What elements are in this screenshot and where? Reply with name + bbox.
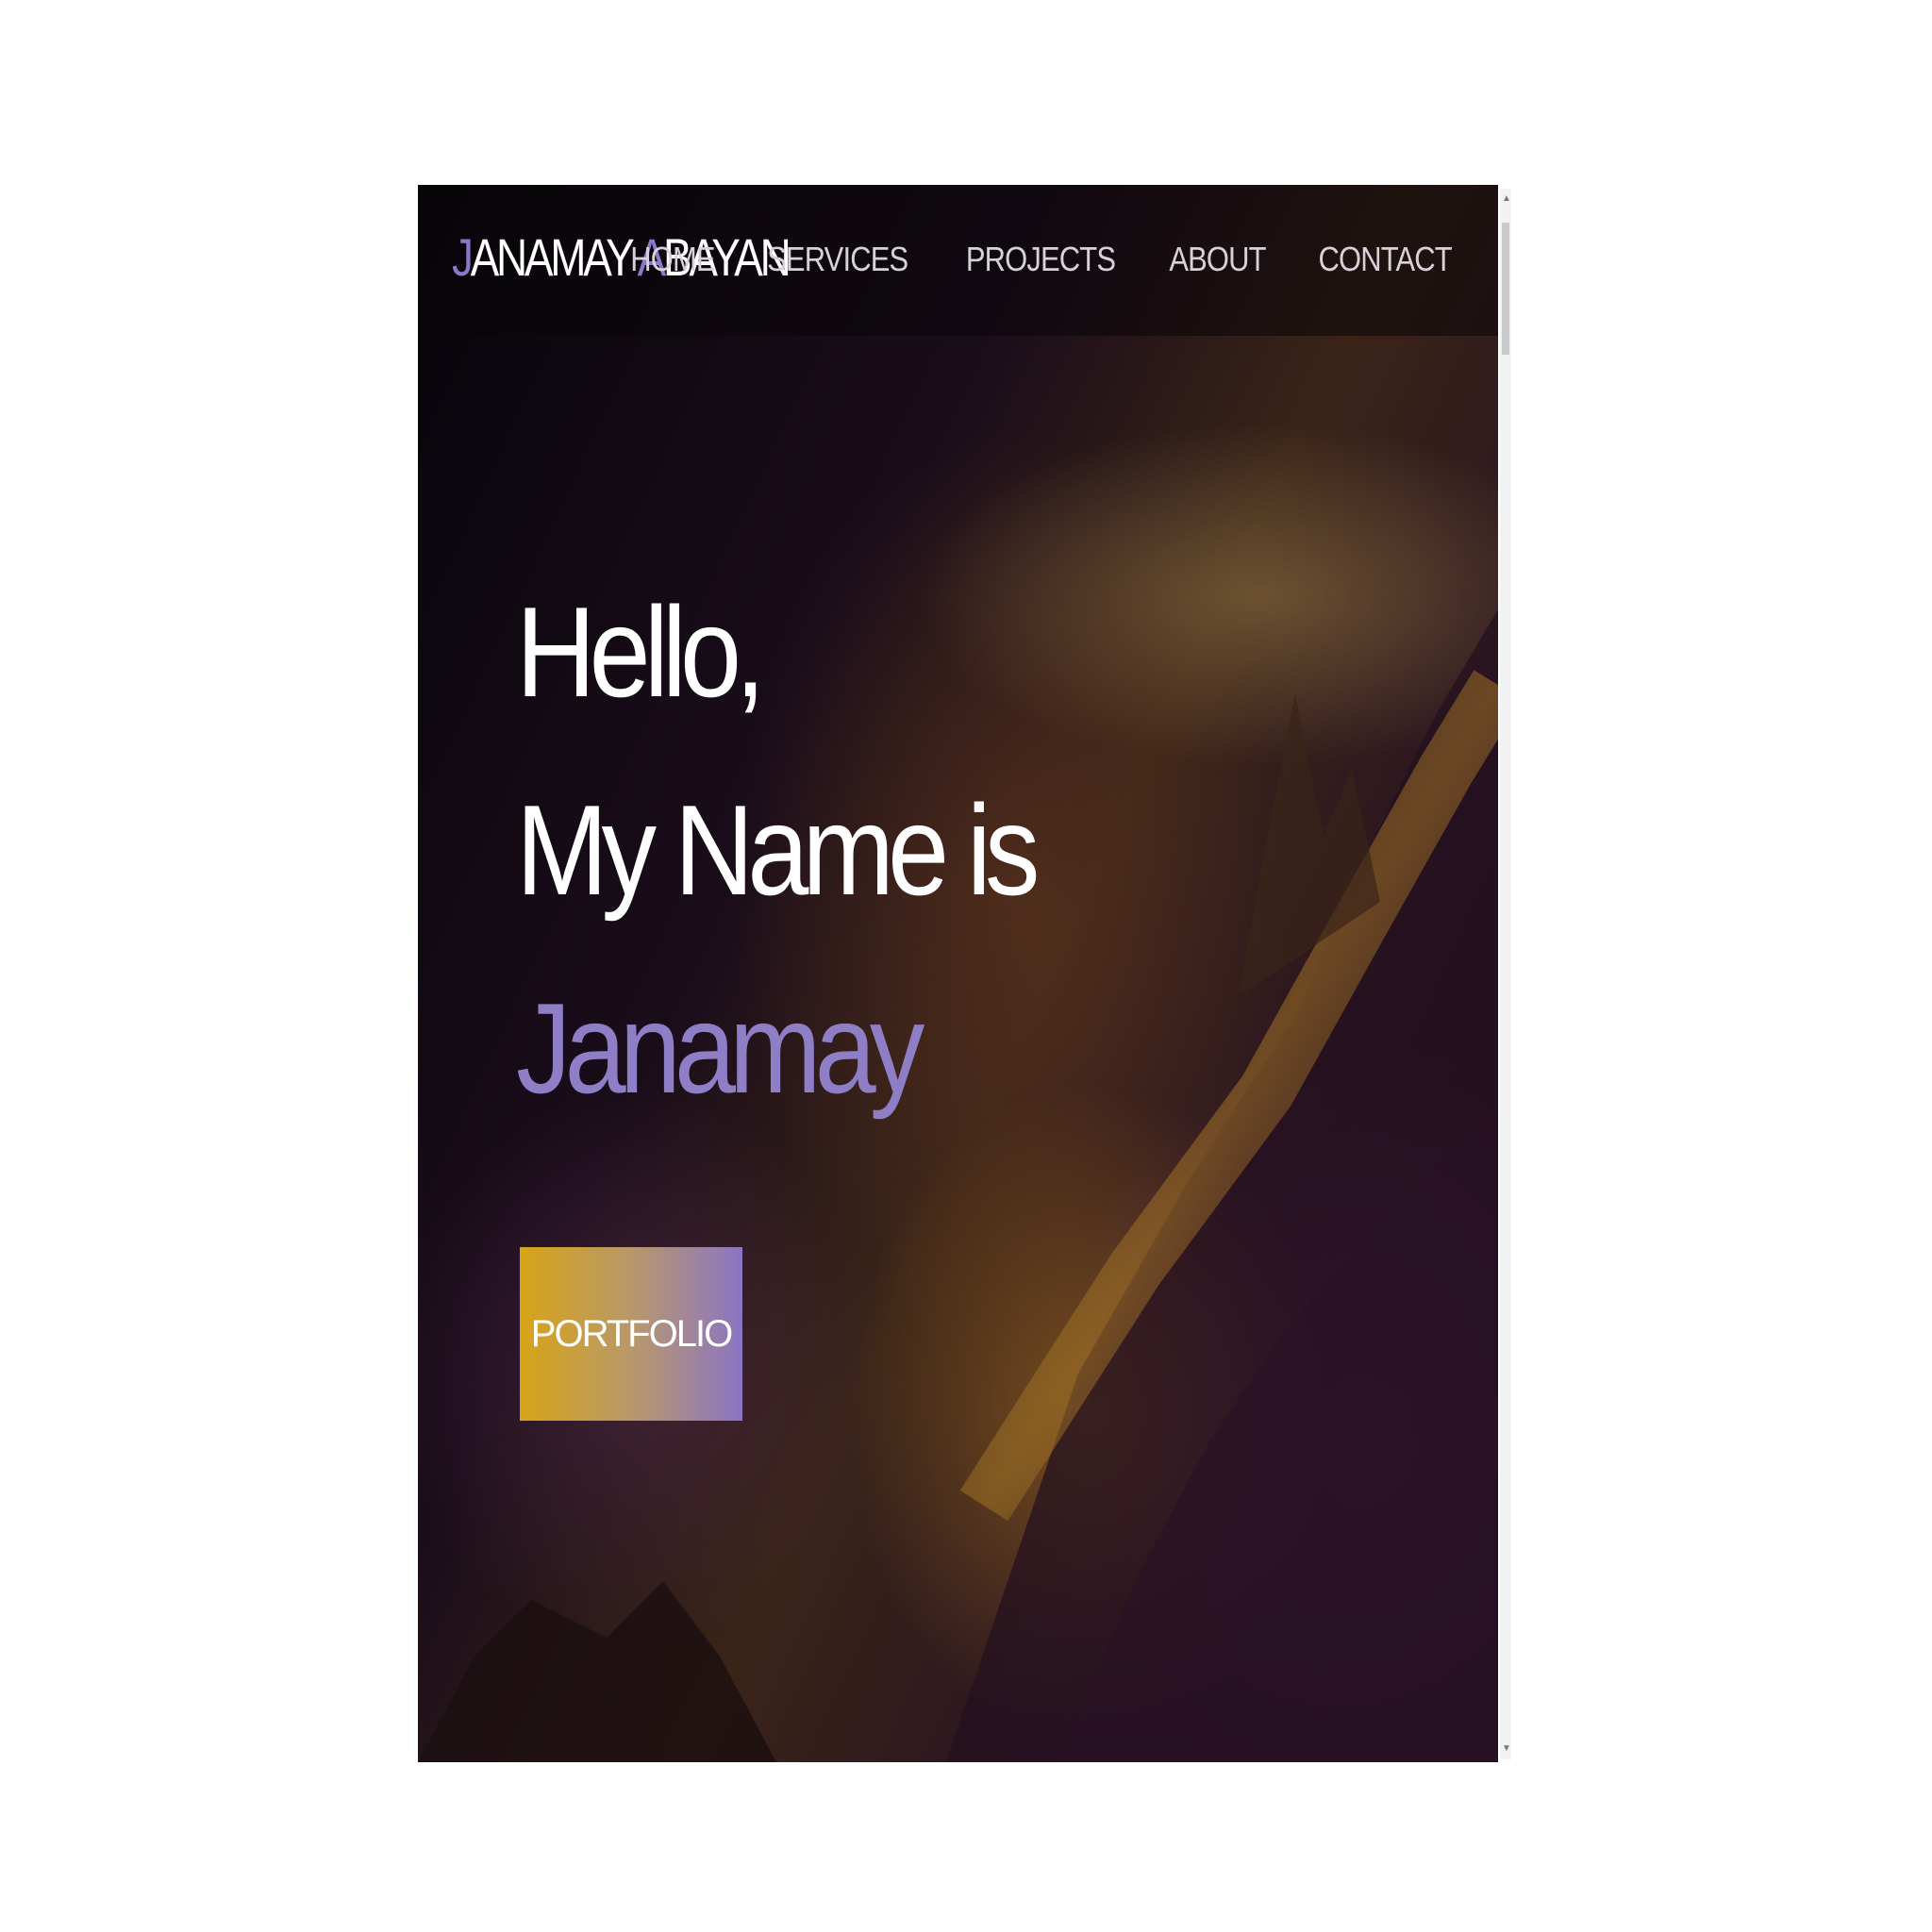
scrollbar-thumb[interactable] [1502,223,1509,355]
brand-initial-first: J [452,227,474,287]
hero-greeting: Hello, [516,580,766,724]
nav-link-about[interactable]: ABOUT [1169,240,1266,279]
hero-headline: Hello, My Name is Janamay [516,553,1118,1147]
hero-name: Janamay [516,976,924,1120]
main-nav: HOME SERVICES PROJECTS ABOUT CONTACT [624,240,1462,279]
browser-viewport: JANAMAY ABAYAN HOME SERVICES PROJECTS AB… [418,185,1498,1762]
nav-link-projects[interactable]: PROJECTS [966,240,1116,279]
nav-link-home[interactable]: HOME [630,240,715,279]
portfolio-button[interactable]: PORTFOLIO [520,1247,742,1421]
arrow-down-icon[interactable]: ▼ [1502,1744,1511,1754]
hero-intro: My Name is [516,778,1040,922]
page-scrollbar[interactable]: ▲ ▼ [1500,189,1511,1759]
brand-first-rest: ANAMAY [470,227,638,287]
nav-link-contact[interactable]: CONTACT [1318,240,1452,279]
top-navbar: JANAMAY ABAYAN HOME SERVICES PROJECTS AB… [418,185,1498,336]
arrow-up-icon[interactable]: ▲ [1502,194,1511,204]
nav-link-services[interactable]: SERVICES [767,240,908,279]
